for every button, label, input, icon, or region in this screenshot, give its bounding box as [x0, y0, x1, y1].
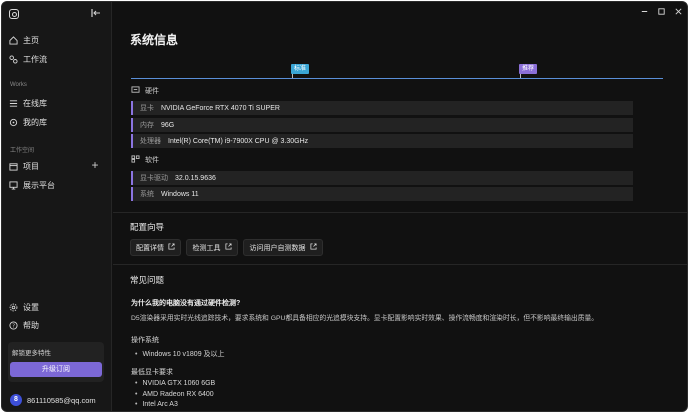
spec-value: 96G — [161, 121, 175, 129]
spec-label: 显卡驱动 — [140, 175, 168, 182]
promo-text: 解锁更多特性 — [12, 350, 51, 357]
workflow-icon — [9, 54, 18, 64]
gear-icon — [9, 303, 18, 312]
sidebar-item-workflow[interactable]: 工作流 — [9, 52, 47, 66]
spec-label: 显卡 — [140, 105, 154, 112]
hardware-label: 硬件 — [145, 88, 159, 95]
help-icon: ? — [9, 320, 18, 330]
button-label: 访问用户自测数据 — [249, 244, 306, 252]
standard-marker: 标准 — [291, 64, 310, 74]
user-account[interactable]: 8 861110585@qq.com — [10, 394, 96, 406]
avatar: 8 — [10, 394, 22, 406]
home-icon — [9, 35, 18, 45]
button-label: 检测工具 — [192, 244, 221, 252]
recommended-marker: 推荐 — [519, 64, 538, 74]
hardware-heading: 硬件 — [131, 86, 159, 96]
spec-value: NVIDIA GeForce RTX 4070 Ti SUPER — [161, 104, 280, 112]
upgrade-button[interactable]: 升级订阅 — [10, 362, 102, 377]
workspace-section-label: 工作空间 — [10, 148, 35, 154]
list-item: Intel Arc A3 — [135, 401, 177, 408]
sidebar-item-my-library[interactable]: 我的库 — [9, 115, 47, 129]
software-icon — [131, 155, 140, 165]
sidebar-item-help[interactable]: ? 帮助 — [9, 318, 39, 332]
user-test-data-button[interactable]: 访问用户自测数据 — [243, 239, 323, 256]
spec-value: Windows 11 — [161, 190, 199, 198]
sidebar-item-online-library[interactable]: 在线库 — [9, 96, 47, 110]
guide-heading: 配置向导 — [130, 222, 165, 232]
faq-question: 为什么我的电脑没有通过硬件检测? — [131, 300, 241, 307]
sidebar-item-label: 帮助 — [23, 320, 39, 330]
sidebar-item-project[interactable]: 项目 — [9, 159, 39, 173]
faq-answer: D5渲染器采用实时光线追踪技术，要求系统和 GPU都具备相应的光追模块支持。显卡… — [131, 315, 599, 322]
spec-row-driver: 显卡驱动 32.0.15.9636 — [131, 171, 633, 185]
spec-row-memory: 内存 96G — [131, 118, 633, 132]
sidebar-item-showcase[interactable]: 展示平台 — [9, 178, 55, 192]
project-icon — [9, 162, 18, 171]
config-details-button[interactable]: 配置详情 — [130, 239, 181, 256]
upgrade-promo-card: 解锁更多特性 升级订阅 — [8, 342, 104, 382]
user-email: 861110585@qq.com — [27, 395, 96, 405]
spec-value: Intel(R) Core(TM) i9-7900X CPU @ 3.30GHz — [168, 137, 309, 145]
svg-text:?: ? — [12, 323, 15, 329]
spec-row-cpu: 处理器 Intel(R) Core(TM) i9-7900X CPU @ 3.3… — [131, 134, 633, 148]
spec-label: 系统 — [140, 191, 154, 198]
add-project-icon[interactable]: + — [90, 159, 100, 171]
app-logo-icon — [9, 9, 19, 19]
app-window: 主页 工作流 Works 在线库 我的库 工作空间 项目 + 展示平台 设置 ?… — [1, 1, 688, 412]
sidebar-item-label: 在线库 — [23, 98, 47, 108]
sidebar-item-label: 我的库 — [23, 117, 47, 127]
sidebar-item-settings[interactable]: 设置 — [9, 300, 39, 314]
detection-tool-button[interactable]: 检测工具 — [186, 239, 238, 256]
spec-label: 处理器 — [140, 138, 161, 145]
os-requirement-heading: 操作系统 — [131, 337, 159, 344]
external-link-icon — [168, 243, 175, 252]
page-title: 系统信息 — [130, 33, 179, 47]
sidebar-item-label: 设置 — [23, 302, 39, 312]
section-divider — [113, 264, 687, 265]
main-content: 系统信息 标准 推荐 硬件 显卡 NVIDIA GeForce RTX 4070… — [113, 2, 687, 411]
software-heading: 软件 — [131, 155, 159, 165]
external-link-icon — [309, 243, 317, 252]
collapse-sidebar-icon[interactable] — [90, 8, 102, 20]
works-section-label: Works — [10, 82, 27, 88]
gpu-requirement-heading: 最低显卡要求 — [131, 369, 173, 376]
software-label: 软件 — [145, 157, 159, 164]
sidebar-item-label: 展示平台 — [23, 180, 55, 190]
showcase-icon — [9, 180, 18, 190]
performance-track — [131, 78, 663, 79]
my-library-icon — [9, 118, 18, 127]
list-item: NVIDIA GTX 1060 6GB — [135, 380, 215, 387]
faq-heading: 常见问题 — [130, 275, 165, 285]
spec-value: 32.0.15.9636 — [175, 174, 216, 182]
sidebar-item-label: 工作流 — [23, 54, 47, 64]
sidebar-item-label: 主页 — [23, 35, 39, 45]
spec-row-os: 系统 Windows 11 — [131, 187, 633, 201]
sidebar: 主页 工作流 Works 在线库 我的库 工作空间 项目 + 展示平台 设置 ?… — [2, 2, 112, 411]
list-item: Windows 10 v1809 及以上 — [135, 349, 224, 359]
sidebar-item-home[interactable]: 主页 — [9, 33, 39, 47]
online-library-icon — [9, 99, 18, 108]
hardware-icon — [131, 86, 140, 96]
sidebar-item-label: 项目 — [23, 161, 39, 171]
external-link-icon — [224, 243, 232, 252]
button-label: 配置详情 — [136, 244, 164, 252]
list-item: AMD Radeon RX 6400 — [135, 391, 213, 398]
spec-row-gpu: 显卡 NVIDIA GeForce RTX 4070 Ti SUPER — [131, 101, 633, 115]
section-divider — [113, 212, 687, 213]
spec-label: 内存 — [140, 122, 154, 129]
